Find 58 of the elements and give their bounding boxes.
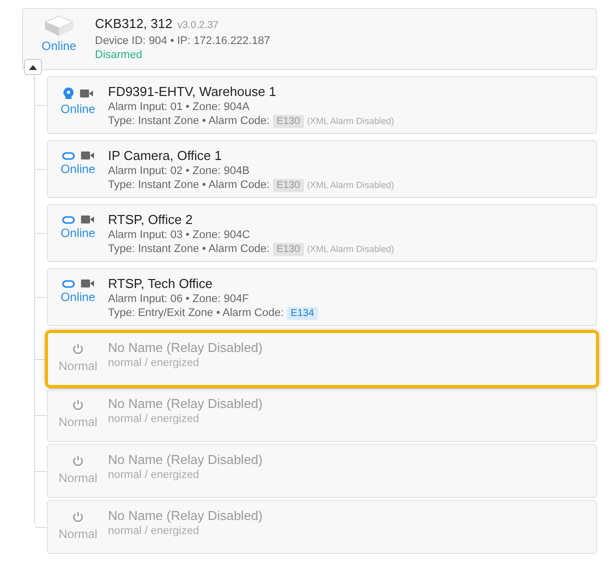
device-name: No Name (Relay Disabled)	[108, 451, 263, 468]
bulb-icon	[63, 87, 74, 100]
zone-type: Type: Instant Zone • Alarm Code:	[108, 114, 270, 128]
device-name: CKB312, 312 v3.0.2.37	[95, 15, 220, 33]
zone-card[interactable]: Online RTSP, Tech Office Alarm Input: 06 • Zone: 904F Type: Entry/Exit Zone • Alarm Code: E134	[47, 268, 597, 326]
status-label: Normal	[58, 415, 98, 429]
status-label: Online	[60, 102, 96, 116]
alarm-note: (XML Alarm Disabled)	[306, 116, 394, 126]
device-details: normal / energized	[108, 356, 200, 370]
status-label: Normal	[58, 471, 98, 485]
power-icon	[72, 455, 84, 467]
alarm-code: E130	[272, 242, 304, 256]
alarm-code: E130	[272, 178, 304, 192]
power-icon	[72, 399, 84, 411]
video-camera-icon	[80, 89, 93, 98]
ring-icon	[62, 280, 75, 288]
power-icon	[72, 511, 84, 523]
alarm-note: (XML Alarm Disabled)	[306, 180, 394, 190]
alarm-code: E130	[272, 114, 304, 128]
zone-card[interactable]: Online RTSP, Office 2 Alarm Input: 03 • Zone: 904C Type: Instant Zone • Alarm Code: E130 (XML Alarm Disabled)	[47, 204, 597, 262]
zone-type: Type: Instant Zone • Alarm Code:	[108, 242, 270, 256]
device-name: FD9391-EHTV, Warehouse 1	[108, 83, 278, 100]
device-details: normal / energized	[108, 524, 200, 538]
device-details: Alarm Input: 02 • Zone: 904B	[108, 164, 250, 178]
arm-state: Disarmed	[95, 48, 144, 62]
video-camera-icon	[81, 215, 94, 224]
alarm-code: E134	[286, 306, 318, 320]
device-name: No Name (Relay Disabled)	[108, 507, 263, 524]
device-name: No Name (Relay Disabled)	[108, 339, 263, 356]
device-details: normal / energized	[108, 412, 200, 426]
device-details: Alarm Input: 03 • Zone: 904C	[108, 228, 252, 242]
status-label: Online	[42, 39, 76, 53]
device-details: Alarm Input: 01 • Zone: 904A	[108, 100, 250, 114]
zone-type: Type: Entry/Exit Zone • Alarm Code:	[108, 306, 284, 320]
device-details: Alarm Input: 06 • Zone: 904F	[108, 292, 250, 306]
ring-icon	[62, 152, 75, 160]
status-label: Online	[60, 290, 96, 304]
device-name: No Name (Relay Disabled)	[108, 395, 263, 412]
zone-card[interactable]: Online IP Camera, Office 1 Alarm Input: 02 • Zone: 904B Type: Instant Zone • Alarm Code: E130 (XML Alarm Disabled)	[47, 140, 597, 198]
video-camera-icon	[81, 151, 94, 160]
video-camera-icon	[81, 279, 94, 288]
ring-icon	[62, 216, 75, 224]
status-label: Normal	[58, 359, 98, 373]
status-label: Online	[60, 226, 96, 240]
collapse-button[interactable]	[24, 59, 42, 75]
device-box-icon	[43, 15, 75, 37]
alarm-note: (XML Alarm Disabled)	[306, 244, 394, 254]
zone-card[interactable]: Online FD9391-EHTV, Warehouse 1 Alarm Input: 01 • Zone: 904A Type: Instant Zone • Alarm Code: E130 (XML Alarm Disabled)	[47, 76, 597, 134]
zone-type: Type: Instant Zone • Alarm Code:	[108, 178, 270, 192]
device-details: normal / energized	[108, 468, 200, 482]
status-label: Normal	[58, 527, 98, 541]
status-label: Online	[60, 162, 96, 176]
device-details: Device ID: 904 • IP: 172.16.222.187	[95, 34, 270, 48]
device-name: IP Camera, Office 1	[108, 147, 223, 164]
device-name: RTSP, Office 2	[108, 211, 194, 228]
device-name: RTSP, Tech Office	[108, 275, 214, 292]
power-icon	[72, 343, 84, 355]
caret-icon	[29, 64, 37, 70]
